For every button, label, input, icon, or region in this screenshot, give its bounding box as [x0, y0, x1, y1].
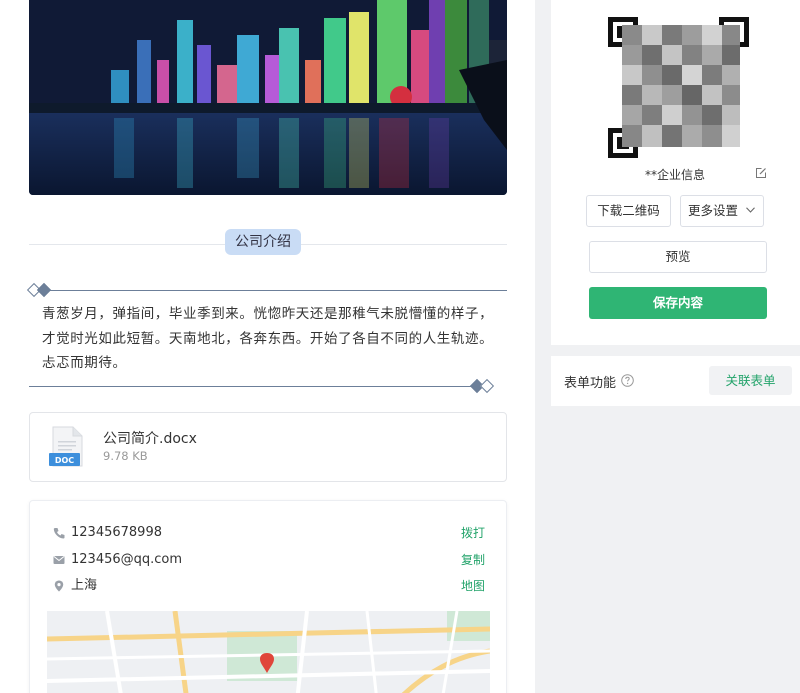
top-deco-line — [50, 290, 507, 291]
email-address: 123456@qq.com — [71, 552, 183, 567]
doc-icon-label: DOC — [55, 456, 74, 465]
file-name: 公司简介.docx — [103, 431, 197, 447]
banner-image — [29, 0, 507, 195]
contact-location-row: 上海 地图 — [53, 577, 485, 595]
link-form-button[interactable]: 关联表单 — [709, 366, 792, 395]
save-button[interactable]: 保存内容 — [589, 287, 767, 319]
qr-code-image — [608, 17, 749, 158]
map-illustration — [47, 611, 490, 693]
mail-icon — [53, 556, 65, 564]
form-function-panel: 表单功能 关联表单 — [551, 356, 800, 406]
location-name: 上海 — [71, 578, 98, 593]
copy-link[interactable]: 复制 — [461, 551, 485, 569]
top-left-diamond-filled-icon — [36, 282, 52, 298]
company-intro-text: 青葱岁月，弹指间，毕业季到来。恍惚昨天还是那稚气未脱懵懂的样子，才觉时光如此短暂… — [42, 306, 494, 371]
phone-number: 12345678998 — [71, 525, 162, 540]
map-link[interactable]: 地图 — [461, 577, 485, 595]
bottom-right-diamond-icon — [479, 378, 495, 394]
night-city-illustration — [29, 0, 507, 195]
file-size: 9.78 KB — [103, 449, 148, 463]
form-function-label: 表单功能 — [564, 376, 617, 391]
more-settings-dropdown[interactable]: 更多设置 — [680, 195, 764, 227]
qr-settings-panel: **企业信息 下载二维码 更多设置 预览 保存内容 — [551, 0, 800, 345]
preview-button[interactable]: 预览 — [589, 241, 767, 273]
doc-icon: DOC — [49, 426, 83, 467]
edit-icon[interactable] — [755, 167, 767, 179]
bottom-deco-line — [29, 386, 473, 387]
file-attachment-card[interactable]: DOC 公司简介.docx 9.78 KB — [29, 412, 507, 482]
more-settings-label: 更多设置 — [688, 203, 739, 218]
phone-icon — [53, 528, 65, 539]
company-info-label: **企业信息 — [645, 168, 706, 182]
contact-card: 12345678998 拨打 123456@qq.com 复制 上海 地图 — [29, 500, 507, 693]
section-title: 公司介绍 — [225, 229, 301, 255]
qr-code — [608, 17, 749, 158]
location-map[interactable] — [47, 611, 490, 693]
contact-phone-row: 12345678998 拨打 — [53, 524, 485, 542]
help-icon[interactable] — [621, 374, 634, 387]
content-preview-panel: 公司介绍 青葱岁月，弹指间，毕业季到来。恍惚昨天还是那稚气未脱懵懂的样子，才觉时… — [0, 0, 535, 693]
download-qr-button[interactable]: 下载二维码 — [586, 195, 671, 227]
location-icon — [54, 580, 64, 592]
chevron-down-icon — [746, 207, 755, 213]
call-link[interactable]: 拨打 — [461, 524, 485, 542]
contact-email-row: 123456@qq.com 复制 — [53, 551, 485, 569]
